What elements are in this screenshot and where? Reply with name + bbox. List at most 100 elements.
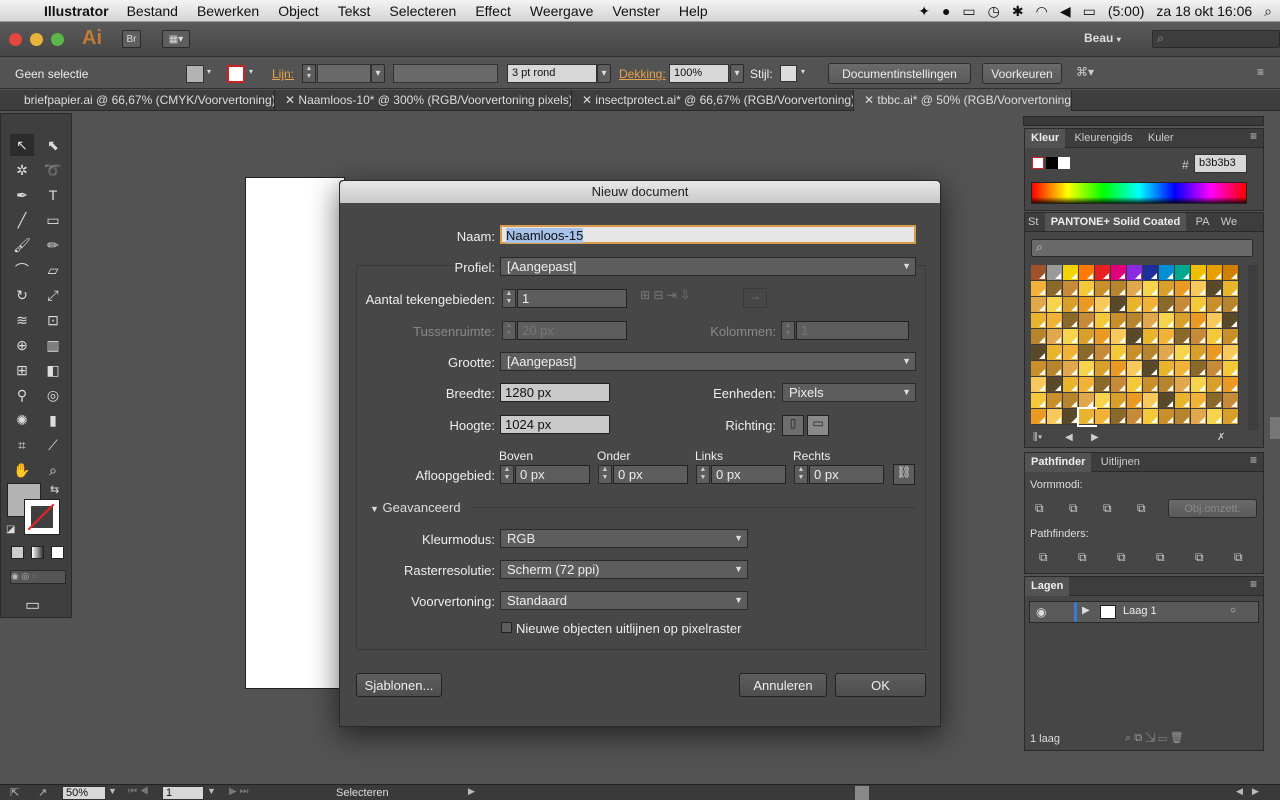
swatch-cell[interactable] bbox=[1207, 393, 1223, 409]
swatch-cell[interactable] bbox=[1031, 409, 1047, 425]
swatch-cell[interactable] bbox=[1207, 361, 1223, 377]
scroll-right-icon[interactable]: ▶ bbox=[1252, 786, 1259, 797]
gradient-mode-icon[interactable] bbox=[31, 546, 44, 559]
artboard-number-input[interactable]: 1 bbox=[162, 786, 204, 800]
swatch-cell[interactable] bbox=[1063, 393, 1079, 409]
bleed-top-input[interactable]: 0 px bbox=[515, 465, 590, 484]
swatch-search-input[interactable]: ⌕ bbox=[1031, 239, 1253, 257]
artboard[interactable] bbox=[245, 177, 345, 689]
swatch-cell[interactable] bbox=[1143, 377, 1159, 393]
swatch-cell[interactable] bbox=[1047, 345, 1063, 361]
none-swatch[interactable] bbox=[1032, 157, 1044, 169]
swatch-cell[interactable] bbox=[1095, 377, 1111, 393]
arrow-right-icon[interactable]: → bbox=[743, 288, 767, 308]
export-icon[interactable]: ↗ bbox=[38, 786, 47, 799]
swatch-cell[interactable] bbox=[1159, 313, 1175, 329]
bleed-left-input[interactable]: 0 px bbox=[711, 465, 786, 484]
white-swatch[interactable] bbox=[1058, 157, 1070, 169]
swatch-cell[interactable] bbox=[1063, 281, 1079, 297]
swatch-cell[interactable] bbox=[1111, 361, 1127, 377]
menu-weergave[interactable]: Weergave bbox=[530, 3, 594, 19]
timemachine-icon[interactable]: ◷ bbox=[988, 3, 1000, 20]
tab-briefpapier[interactable]: briefpapier.ai @ 66,67% (CMYK/Voorverton… bbox=[0, 90, 275, 111]
selection-tool-icon[interactable]: ↖ bbox=[10, 134, 34, 156]
swatch-cell[interactable] bbox=[1159, 281, 1175, 297]
templates-button[interactable]: Sjablonen... bbox=[356, 673, 442, 697]
menu-tekst[interactable]: Tekst bbox=[338, 3, 371, 19]
tab-pathfinder[interactable]: Pathfinder bbox=[1025, 453, 1092, 472]
stroke-label[interactable]: Lijn: bbox=[272, 67, 294, 81]
swatch-grid[interactable] bbox=[1031, 265, 1241, 430]
swatch-cell[interactable] bbox=[1191, 313, 1207, 329]
swatch-cell[interactable] bbox=[1175, 297, 1191, 313]
swatch-cell[interactable] bbox=[1191, 377, 1207, 393]
artboards-input[interactable]: 1 bbox=[517, 289, 627, 308]
notification-icon[interactable]: ● bbox=[942, 3, 950, 19]
swatch-cell[interactable] bbox=[1127, 377, 1143, 393]
align-pixel-checkbox[interactable] bbox=[501, 622, 512, 633]
stroke-dropdown-icon[interactable]: ▾ bbox=[249, 67, 253, 76]
fill-dropdown-icon[interactable]: ▾ bbox=[207, 67, 211, 76]
swatch-cell[interactable] bbox=[1079, 329, 1095, 345]
swatch-cell[interactable] bbox=[1175, 377, 1191, 393]
swatch-cell[interactable] bbox=[1191, 281, 1207, 297]
swatch-cell[interactable] bbox=[1191, 345, 1207, 361]
swatch-cell[interactable] bbox=[1175, 281, 1191, 297]
dock-scroll-handle[interactable] bbox=[1270, 417, 1280, 439]
swatch-cell[interactable] bbox=[1111, 313, 1127, 329]
next-icon[interactable]: ▶ bbox=[1091, 432, 1099, 443]
opacity-dropdown-button[interactable]: ▾ bbox=[730, 64, 744, 83]
swatch-cell[interactable] bbox=[1223, 281, 1239, 297]
swatch-cell[interactable] bbox=[1047, 361, 1063, 377]
color-mode-select[interactable]: RGB ▼ bbox=[500, 529, 748, 548]
scroll-left-icon[interactable]: ◀ bbox=[1236, 786, 1243, 797]
menu-app-name[interactable]: Illustrator bbox=[44, 3, 109, 19]
bleed-left-stepper[interactable]: ▲ ▼ bbox=[696, 465, 710, 484]
artboard-tool-icon[interactable]: ⌗ bbox=[10, 434, 34, 456]
swatch-cell[interactable] bbox=[1047, 409, 1063, 425]
swatch-cell[interactable] bbox=[1191, 329, 1207, 345]
swatch-cell[interactable] bbox=[1095, 361, 1111, 377]
brush-definition-select[interactable]: 3 pt rond bbox=[507, 64, 597, 83]
swatch-cell[interactable] bbox=[1031, 377, 1047, 393]
swatch-cell[interactable] bbox=[1223, 297, 1239, 313]
dropbox-icon[interactable]: ✦ bbox=[918, 3, 930, 20]
menu-selecteren[interactable]: Selecteren bbox=[389, 3, 456, 19]
opacity-input[interactable]: 100% bbox=[669, 64, 729, 83]
swatch-cell[interactable] bbox=[1063, 345, 1079, 361]
swatch-cell[interactable] bbox=[1191, 265, 1207, 281]
transform-icon[interactable]: ⌘▾ bbox=[1076, 65, 1094, 79]
swatch-cell[interactable] bbox=[1127, 409, 1143, 425]
swatch-cell[interactable] bbox=[1159, 361, 1175, 377]
link-icon[interactable]: ⛓ bbox=[893, 464, 915, 485]
tab-insectprotect[interactable]: ✕ insectprotect.ai* @ 66,67% (RGB/Voorve… bbox=[572, 90, 854, 111]
bleed-bottom-input[interactable]: 0 px bbox=[613, 465, 688, 484]
line-tool-icon[interactable]: ╱ bbox=[10, 209, 34, 231]
tab-kleur[interactable]: Kleur bbox=[1025, 129, 1066, 148]
swatch-cell[interactable] bbox=[1111, 393, 1127, 409]
swatch-cell[interactable] bbox=[1159, 329, 1175, 345]
swatch-cell[interactable] bbox=[1175, 393, 1191, 409]
swatch-cell[interactable] bbox=[1111, 265, 1127, 281]
stroke-weight-stepper[interactable]: ▲ ▼ bbox=[302, 64, 316, 83]
style-dropdown-icon[interactable]: ▾ bbox=[801, 67, 805, 76]
help-search-input[interactable]: ⌕ bbox=[1152, 30, 1280, 48]
direct-selection-tool-icon[interactable]: ⬉ bbox=[41, 134, 65, 156]
workspace-switcher[interactable]: Beau ▾ bbox=[1084, 31, 1121, 45]
pencil-tool-icon[interactable]: ✏ bbox=[41, 234, 65, 256]
zoom-window-button[interactable] bbox=[51, 33, 64, 46]
swatch-cell[interactable] bbox=[1031, 297, 1047, 313]
gradient-tool-icon[interactable]: ◧ bbox=[41, 359, 65, 381]
width-input[interactable]: 1280 px bbox=[500, 383, 610, 402]
tab-lagen[interactable]: Lagen bbox=[1025, 577, 1070, 596]
zoom-input[interactable]: 50% bbox=[62, 786, 106, 800]
variable-width-select[interactable] bbox=[393, 64, 498, 83]
tab-kleurengids[interactable]: Kleurengids bbox=[1068, 129, 1138, 148]
bleed-right-input[interactable]: 0 px bbox=[809, 465, 884, 484]
swatch-cell[interactable] bbox=[1127, 393, 1143, 409]
eyedropper-tool-icon[interactable]: ⚲ bbox=[10, 384, 34, 406]
swatch-cell[interactable] bbox=[1207, 409, 1223, 425]
draw-mode-icons[interactable]: ◉ ◎ ◌ bbox=[10, 570, 66, 584]
bleed-bottom-stepper[interactable]: ▲ ▼ bbox=[598, 465, 612, 484]
target-icon[interactable]: ○ bbox=[1230, 605, 1236, 616]
